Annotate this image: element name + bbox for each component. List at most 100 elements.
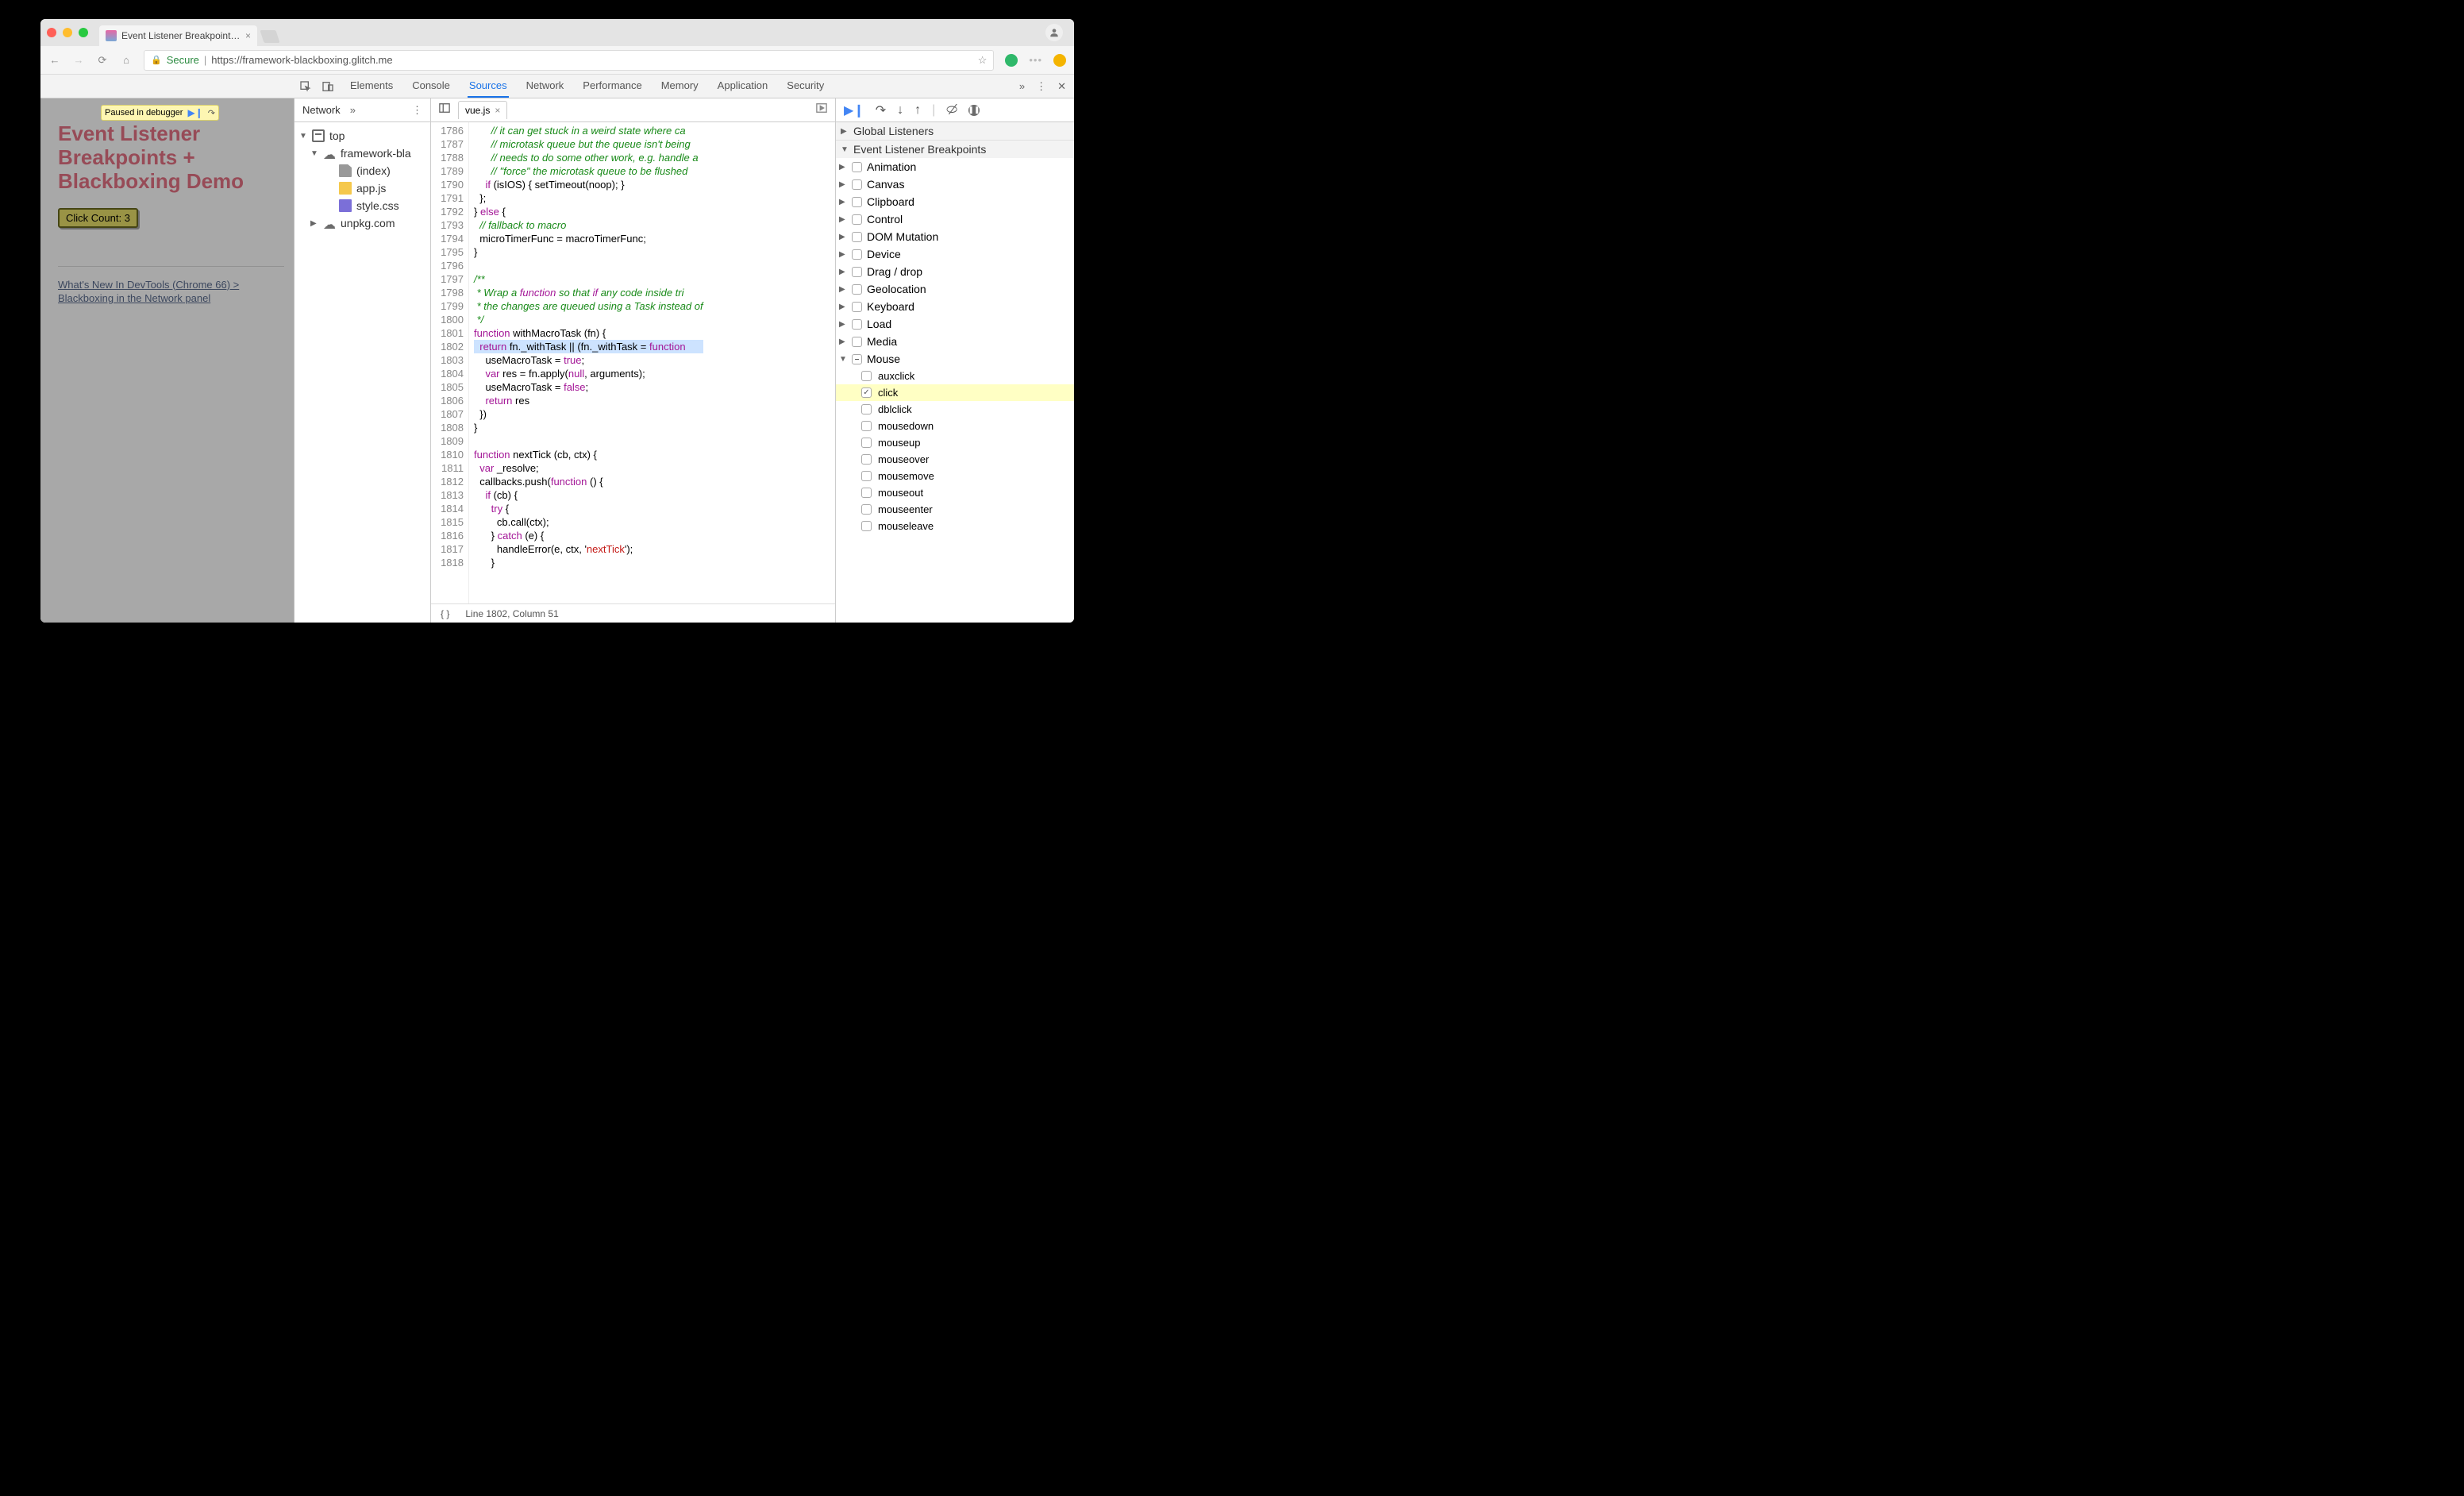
extension-1-icon[interactable] [1005,54,1018,67]
evitem-click[interactable]: click [836,384,1074,401]
checkbox-icon[interactable] [852,162,862,172]
evcat-load[interactable]: ▶Load [836,315,1074,333]
step-out-icon[interactable]: ↑ [914,103,921,118]
evcat-dom-mutation[interactable]: ▶DOM Mutation [836,228,1074,245]
panel-console[interactable]: Console [410,75,452,98]
reload-button[interactable]: ⟳ [96,54,109,67]
checkbox-icon[interactable] [861,371,872,381]
checkbox-icon[interactable] [861,471,872,481]
checkbox-icon[interactable] [852,214,862,225]
new-tab-button[interactable] [260,30,279,43]
tree-cdn[interactable]: ▶☁unpkg.com [309,214,427,232]
checkbox-icon[interactable] [852,179,862,190]
resume-button[interactable]: ▶❙ [844,102,864,118]
evcat-device[interactable]: ▶Device [836,245,1074,263]
evitem-mouseout[interactable]: mouseout [836,484,1074,501]
checkbox-icon[interactable] [852,249,862,260]
tree-top[interactable]: ▼top [298,127,427,145]
evitem-mouseover[interactable]: mouseover [836,451,1074,468]
home-button[interactable]: ⌂ [120,54,133,66]
tree-file-appjs[interactable]: app.js [337,179,427,197]
checkbox-icon[interactable] [861,488,872,498]
forward-button[interactable]: → [72,54,85,66]
evcat-drag-drop[interactable]: ▶Drag / drop [836,263,1074,280]
checkbox-icon[interactable] [852,337,862,347]
evcat-media[interactable]: ▶Media [836,333,1074,350]
evcat-animation[interactable]: ▶Animation [836,158,1074,175]
devtools-menu-icon[interactable]: ⋮ [1036,80,1046,93]
doc-link[interactable]: What's New In DevTools (Chrome 66) > Bla… [58,278,284,306]
section-global-listeners[interactable]: ▶Global Listeners [836,122,1074,140]
evitem-mousedown[interactable]: mousedown [836,418,1074,434]
evcat-geolocation[interactable]: ▶Geolocation [836,280,1074,298]
step-into-icon[interactable]: ↓ [897,103,903,118]
evitem-mouseleave[interactable]: mouseleave [836,518,1074,534]
inspect-element-icon[interactable] [295,80,317,93]
evcat-clipboard[interactable]: ▶Clipboard [836,193,1074,210]
pause-on-exceptions-icon[interactable]: ❚❚ [968,105,980,116]
checkbox-icon[interactable] [852,232,862,242]
window-close[interactable] [47,28,56,37]
close-tab-icon[interactable]: × [245,30,251,41]
panel-application[interactable]: Application [716,75,770,98]
checkbox-icon[interactable] [852,197,862,207]
deactivate-breakpoints-icon[interactable]: ⬭̸ [946,103,957,118]
panel-sources[interactable]: Sources [468,75,509,98]
profile-button[interactable] [1045,24,1063,41]
checkbox-icon[interactable] [852,267,862,277]
checkbox-icon[interactable] [861,387,872,398]
checkbox-mixed-icon[interactable] [852,354,862,364]
editor-tab-vuejs[interactable]: vue.js × [458,101,507,119]
evitem-dblclick[interactable]: dblclick [836,401,1074,418]
panel-network[interactable]: Network [525,75,566,98]
panel-performance[interactable]: Performance [581,75,643,98]
section-event-listener-breakpoints[interactable]: ▼Event Listener Breakpoints [836,141,1074,158]
evitem-mouseenter[interactable]: mouseenter [836,501,1074,518]
run-snippet-icon[interactable] [814,102,829,118]
evitem-mouseup[interactable]: mouseup [836,434,1074,451]
evcat-control[interactable]: ▶Control [836,210,1074,228]
close-editor-tab-icon[interactable]: × [495,105,500,116]
navigator-menu-icon[interactable]: ⋮ [412,104,422,117]
devtools-close-icon[interactable]: ✕ [1057,80,1066,93]
tree-file-index[interactable]: (index) [337,162,427,179]
tree-file-stylecss[interactable]: style.css [337,197,427,214]
checkbox-icon[interactable] [852,284,862,295]
more-panels-icon[interactable]: » [1019,80,1025,92]
navigator-tab[interactable]: Network [302,104,341,116]
checkbox-icon[interactable] [861,504,872,515]
panel-memory[interactable]: Memory [660,75,700,98]
evcat-keyboard[interactable]: ▶Keyboard [836,298,1074,315]
step-overlay-icon[interactable]: ↷ [208,108,215,118]
checkbox-icon[interactable] [852,302,862,312]
checkbox-icon[interactable] [861,454,872,465]
checkbox-icon[interactable] [861,521,872,531]
extension-3-icon[interactable] [1053,54,1066,67]
url-box[interactable]: 🔒 Secure | https://framework-blackboxing… [144,50,994,71]
toggle-navigator-icon[interactable] [437,102,452,118]
panel-elements[interactable]: Elements [348,75,395,98]
evitem-mousemove[interactable]: mousemove [836,468,1074,484]
click-count-button[interactable]: Click Count: 3 [58,208,138,228]
code-area[interactable]: // it can get stuck in a weird state whe… [469,122,703,603]
checkbox-icon[interactable] [861,404,872,414]
evitem-auxclick[interactable]: auxclick [836,368,1074,384]
bookmark-star-icon[interactable]: ☆ [978,54,988,67]
navigator-more-icon[interactable]: » [350,104,356,116]
checkbox-icon[interactable] [861,421,872,431]
window-minimize[interactable] [63,28,72,37]
tree-domain[interactable]: ▼☁framework-bla [309,145,427,162]
pretty-print-icon[interactable]: { } [441,608,449,619]
resume-overlay-icon[interactable]: ▶❙ [187,107,202,118]
window-maximize[interactable] [79,28,88,37]
device-toggle-icon[interactable] [317,80,339,93]
checkbox-icon[interactable] [852,319,862,330]
evcat-mouse[interactable]: ▼Mouse [836,350,1074,368]
panel-security[interactable]: Security [785,75,826,98]
back-button[interactable]: ← [48,54,61,66]
step-over-icon[interactable]: ↷ [876,102,886,118]
evcat-canvas[interactable]: ▶Canvas [836,175,1074,193]
browser-tab[interactable]: Event Listener Breakpoints + B × [99,25,257,46]
extension-2-icon[interactable]: ••• [1029,54,1042,66]
checkbox-icon[interactable] [861,438,872,448]
